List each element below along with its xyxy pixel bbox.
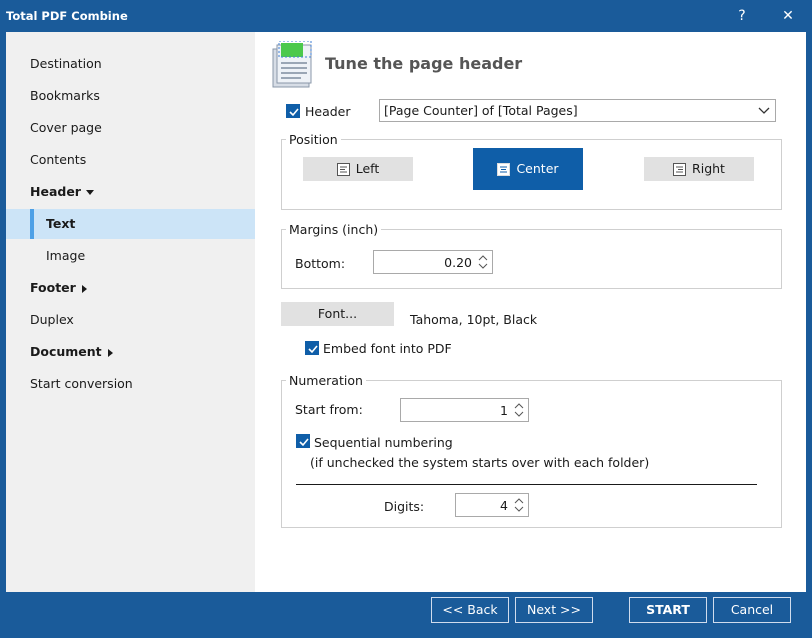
next-button[interactable]: Next >>	[515, 597, 593, 623]
sidebar-item-label: Text	[46, 216, 76, 231]
digits-value: 4	[500, 498, 508, 513]
digits-label: Digits:	[384, 499, 425, 514]
sidebar-item-header[interactable]: Header	[6, 177, 255, 207]
sidebar-item-label: Image	[46, 248, 86, 263]
sidebar-item-duplex[interactable]: Duplex	[6, 305, 255, 335]
chevron-right-icon	[107, 348, 113, 357]
position-group-title: Position	[286, 132, 341, 147]
footer-bar: << Back Next >> START Cancel	[6, 592, 806, 638]
sidebar-item-start-conversion[interactable]: Start conversion	[6, 369, 255, 399]
sidebar-item-text[interactable]: Text	[6, 209, 255, 239]
sidebar-item-label: Contents	[30, 152, 87, 167]
checkmark-icon	[299, 438, 309, 447]
start-from-spinner[interactable]: 1	[400, 398, 529, 422]
align-left-icon	[336, 163, 350, 176]
font-description: Tahoma, 10pt, Black	[410, 312, 538, 327]
chevron-down-icon	[85, 190, 94, 195]
embed-font-label: Embed font into PDF	[323, 341, 452, 356]
start-from-label: Start from:	[295, 402, 363, 417]
align-right-label: Right	[692, 161, 725, 176]
align-center-label: Center	[516, 161, 559, 176]
numeration-group-title: Numeration	[286, 373, 366, 388]
header-format-select[interactable]: [Page Counter] of [Total Pages]	[379, 99, 776, 122]
page-title: Tune the page header	[325, 54, 523, 73]
sidebar: Destination Bookmarks Cover page Content…	[6, 32, 255, 592]
cancel-button[interactable]: Cancel	[713, 597, 791, 623]
chevron-right-icon	[81, 284, 87, 293]
dialog-client: Destination Bookmarks Cover page Content…	[6, 32, 806, 592]
sidebar-item-label: Duplex	[30, 312, 74, 327]
back-button[interactable]: << Back	[431, 597, 509, 623]
header-format-value: [Page Counter] of [Total Pages]	[384, 103, 578, 118]
header-checkbox-label: Header	[305, 104, 351, 119]
start-from-value: 1	[500, 403, 508, 418]
numeration-divider	[296, 484, 757, 485]
align-right-icon	[673, 163, 687, 176]
sidebar-item-cover-page[interactable]: Cover page	[6, 113, 255, 143]
sequential-numbering-checkbox[interactable]	[296, 434, 310, 448]
spinner-arrows-icon[interactable]	[513, 401, 525, 419]
sidebar-item-label: Start conversion	[30, 376, 133, 391]
sidebar-item-image[interactable]: Image	[6, 241, 255, 271]
align-right-button[interactable]: Right	[644, 157, 754, 181]
sidebar-item-bookmarks[interactable]: Bookmarks	[6, 81, 255, 111]
header-checkbox[interactable]	[286, 104, 300, 118]
sidebar-item-label: Destination	[30, 56, 102, 71]
sidebar-item-label: Bookmarks	[30, 88, 100, 103]
margins-group	[281, 229, 782, 289]
main-panel: Tune the page header Header [Page Counte…	[255, 32, 806, 592]
sidebar-item-destination[interactable]: Destination	[6, 49, 255, 79]
spinner-arrows-icon[interactable]	[477, 253, 489, 271]
document-header-icon	[272, 41, 312, 88]
embed-font-checkbox[interactable]	[305, 341, 319, 355]
align-left-label: Left	[355, 161, 380, 176]
sidebar-item-footer[interactable]: Footer	[6, 273, 255, 303]
font-button[interactable]: Font...	[281, 302, 394, 326]
chevron-down-icon	[758, 107, 770, 114]
app-window: Total PDF Combine ? ✕ Destination Bookma…	[0, 0, 812, 638]
window-title: Total PDF Combine	[6, 9, 128, 23]
sidebar-item-label: Footer	[30, 280, 76, 295]
align-center-button[interactable]: Center	[473, 148, 583, 190]
title-bar: Total PDF Combine ? ✕	[0, 0, 812, 32]
bottom-margin-spinner[interactable]: 0.20	[373, 250, 493, 274]
margins-group-title: Margins (inch)	[286, 222, 382, 237]
checkmark-icon	[308, 345, 318, 354]
bottom-margin-label: Bottom:	[295, 256, 346, 271]
bottom-margin-value: 0.20	[444, 255, 472, 270]
align-center-icon	[497, 163, 511, 176]
sequential-numbering-note: (if unchecked the system starts over wit…	[310, 455, 650, 470]
sequential-numbering-label: Sequential numbering	[314, 435, 453, 450]
close-button[interactable]: ✕	[773, 4, 803, 28]
sidebar-item-contents[interactable]: Contents	[6, 145, 255, 175]
help-button[interactable]: ?	[727, 4, 757, 28]
sidebar-item-label: Cover page	[30, 120, 102, 135]
digits-spinner[interactable]: 4	[455, 493, 529, 517]
spinner-arrows-icon[interactable]	[513, 496, 525, 514]
align-left-button[interactable]: Left	[303, 157, 413, 181]
sidebar-item-document[interactable]: Document	[6, 337, 255, 367]
start-button[interactable]: START	[629, 597, 707, 623]
checkmark-icon	[289, 108, 299, 117]
sidebar-item-label: Header	[30, 184, 81, 199]
selection-indicator	[30, 209, 34, 239]
sidebar-item-label: Document	[30, 344, 102, 359]
